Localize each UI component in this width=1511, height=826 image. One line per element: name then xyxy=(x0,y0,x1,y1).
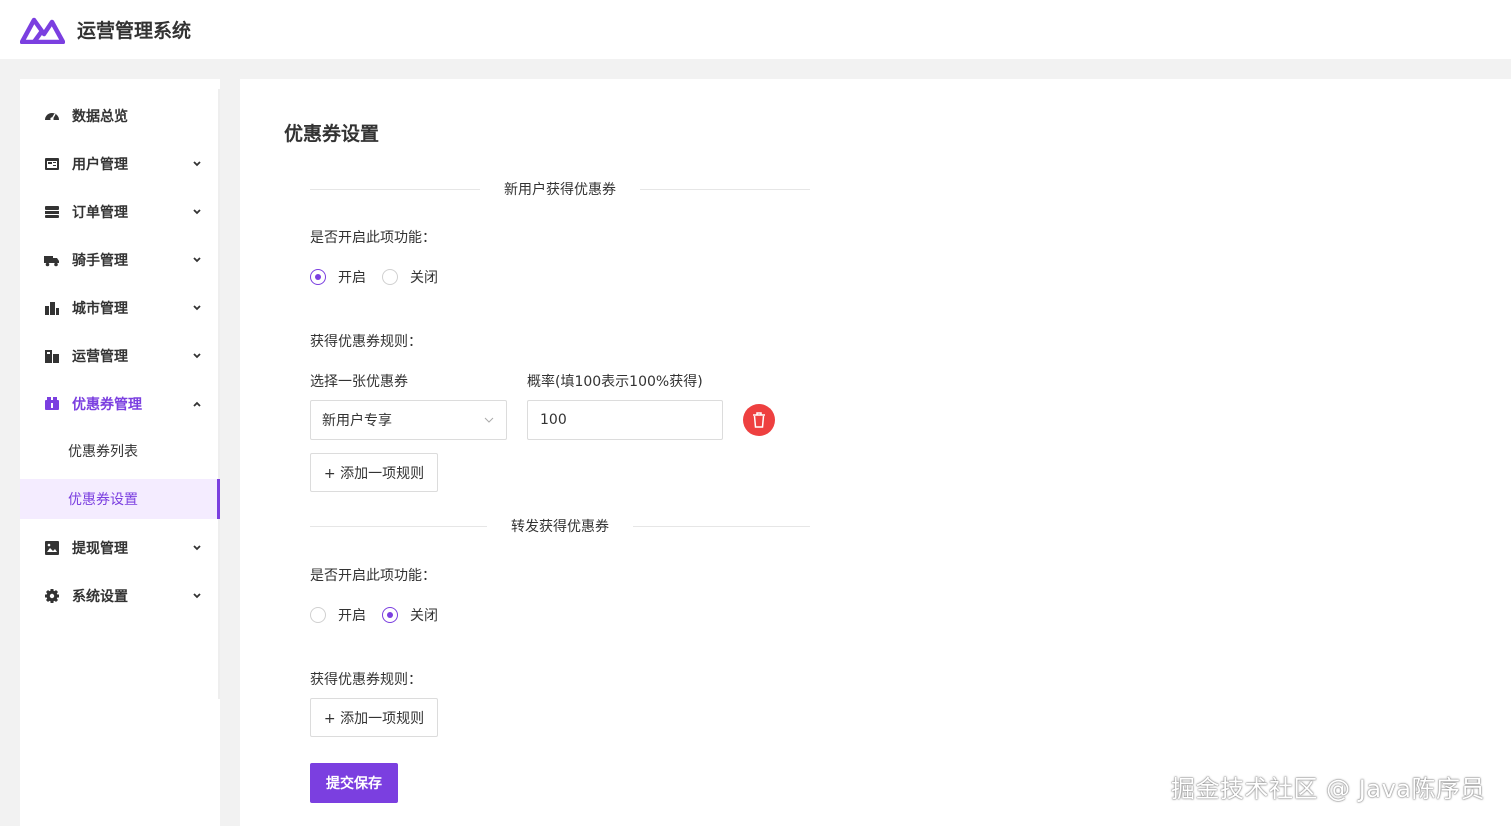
sidebar-item-orders[interactable]: 订单管理 xyxy=(20,192,220,232)
order-stack-icon xyxy=(44,204,60,220)
sidebar-subitem-label: 优惠券设置 xyxy=(68,492,138,508)
radio-share-on[interactable]: 开启 xyxy=(310,605,366,625)
chevron-down-icon xyxy=(484,417,494,423)
radio-label: 关闭 xyxy=(410,608,438,624)
sidebar-subitem-label: 优惠券列表 xyxy=(68,444,138,460)
chevron-down-icon xyxy=(193,257,201,263)
add-rule-button[interactable]: + 添加一项规则 xyxy=(310,453,438,492)
sidebar-item-users[interactable]: 用户管理 xyxy=(20,144,220,184)
sidebar-subitem-coupon-settings[interactable]: 优惠券设置 xyxy=(20,479,220,519)
user-card-icon xyxy=(44,156,60,172)
radio-dot xyxy=(382,269,398,285)
truck-icon xyxy=(44,252,60,268)
coupon-icon xyxy=(44,396,60,412)
sidebar-item-riders[interactable]: 骑手管理 xyxy=(20,240,220,280)
sidebar-item-operations[interactable]: 运营管理 xyxy=(20,336,220,376)
probability-input[interactable] xyxy=(527,400,723,440)
sidebar-item-cities[interactable]: 城市管理 xyxy=(20,288,220,328)
sidebar-item-label: 优惠券管理 xyxy=(72,397,142,413)
rules-label: 获得优惠券规则： xyxy=(310,672,422,688)
chevron-down-icon xyxy=(193,209,201,215)
city-icon xyxy=(44,300,60,316)
chevron-down-icon xyxy=(193,305,201,311)
radio-label: 开启 xyxy=(338,608,366,624)
radio-dot xyxy=(310,269,326,285)
sidebar-item-label: 用户管理 xyxy=(72,157,128,173)
section-title: 转发获得优惠券 xyxy=(511,519,609,535)
trash-icon xyxy=(753,412,765,428)
sidebar-item-system-settings[interactable]: 系统设置 xyxy=(20,576,220,616)
top-bar: 运营管理系统 xyxy=(0,0,1511,59)
radio-label: 关闭 xyxy=(410,270,438,286)
section-title: 新用户获得优惠券 xyxy=(504,182,616,198)
sidebar-item-coupons[interactable]: 优惠券管理 xyxy=(20,384,220,424)
radio-share-off[interactable]: 关闭 xyxy=(382,605,438,625)
dashboard-icon xyxy=(44,108,60,124)
add-rule-button[interactable]: + 添加一项规则 xyxy=(310,698,438,737)
sidebar-item-label: 提现管理 xyxy=(72,541,128,557)
chevron-down-icon xyxy=(193,161,201,167)
chevron-up-icon xyxy=(193,401,201,407)
probability-label: 概率(填100表示100%获得) xyxy=(527,374,703,390)
sidebar-item-dashboard[interactable]: 数据总览 xyxy=(20,96,220,136)
section-divider-new-user: 新用户获得优惠券 xyxy=(310,179,810,199)
gear-icon xyxy=(44,588,60,604)
submit-save-button[interactable]: 提交保存 xyxy=(310,763,398,803)
radio-enable-on[interactable]: 开启 xyxy=(310,267,366,287)
select-coupon-label: 选择一张优惠券 xyxy=(310,374,408,390)
page-title: 优惠券设置 xyxy=(284,123,380,145)
image-icon xyxy=(44,540,60,556)
sidebar-item-withdrawals[interactable]: 提现管理 xyxy=(20,528,220,568)
radio-dot xyxy=(310,607,326,623)
radio-dot xyxy=(382,607,398,623)
sidebar-item-label: 数据总览 xyxy=(72,109,128,125)
operation-icon xyxy=(44,348,60,364)
sidebar-item-label: 运营管理 xyxy=(72,349,128,365)
sidebar-item-label: 系统设置 xyxy=(72,589,128,605)
app-title: 运营管理系统 xyxy=(77,20,192,42)
delete-rule-button[interactable] xyxy=(743,404,775,436)
radio-label: 开启 xyxy=(338,270,366,286)
coupon-select-value: 新用户专享 xyxy=(322,413,392,429)
chevron-down-icon xyxy=(193,545,201,551)
sidebar-subitem-coupon-list[interactable]: 优惠券列表 xyxy=(20,431,220,471)
enable-label: 是否开启此项功能： xyxy=(310,230,436,246)
chevron-down-icon xyxy=(193,353,201,359)
section-divider-share: 转发获得优惠券 xyxy=(310,516,810,536)
logo-icon xyxy=(20,17,65,44)
radio-enable-off[interactable]: 关闭 xyxy=(382,267,438,287)
watermark: 掘金技术社区 @ Java陈序员 xyxy=(1171,775,1485,803)
sidebar-item-label: 城市管理 xyxy=(72,301,128,317)
sidebar: 数据总览 用户管理 订单管理 骑手管理 城市管理 运营管理 优惠券管理 优惠券列… xyxy=(20,79,220,826)
rules-label: 获得优惠券规则： xyxy=(310,334,422,350)
coupon-select[interactable]: 新用户专享 xyxy=(310,400,507,440)
main-panel: 优惠券设置 新用户获得优惠券 是否开启此项功能： 开启 关闭 获得优惠券规则： … xyxy=(240,79,1511,826)
enable-label: 是否开启此项功能： xyxy=(310,568,436,584)
sidebar-item-label: 订单管理 xyxy=(72,205,128,221)
chevron-down-icon xyxy=(193,593,201,599)
sidebar-item-label: 骑手管理 xyxy=(72,253,128,269)
